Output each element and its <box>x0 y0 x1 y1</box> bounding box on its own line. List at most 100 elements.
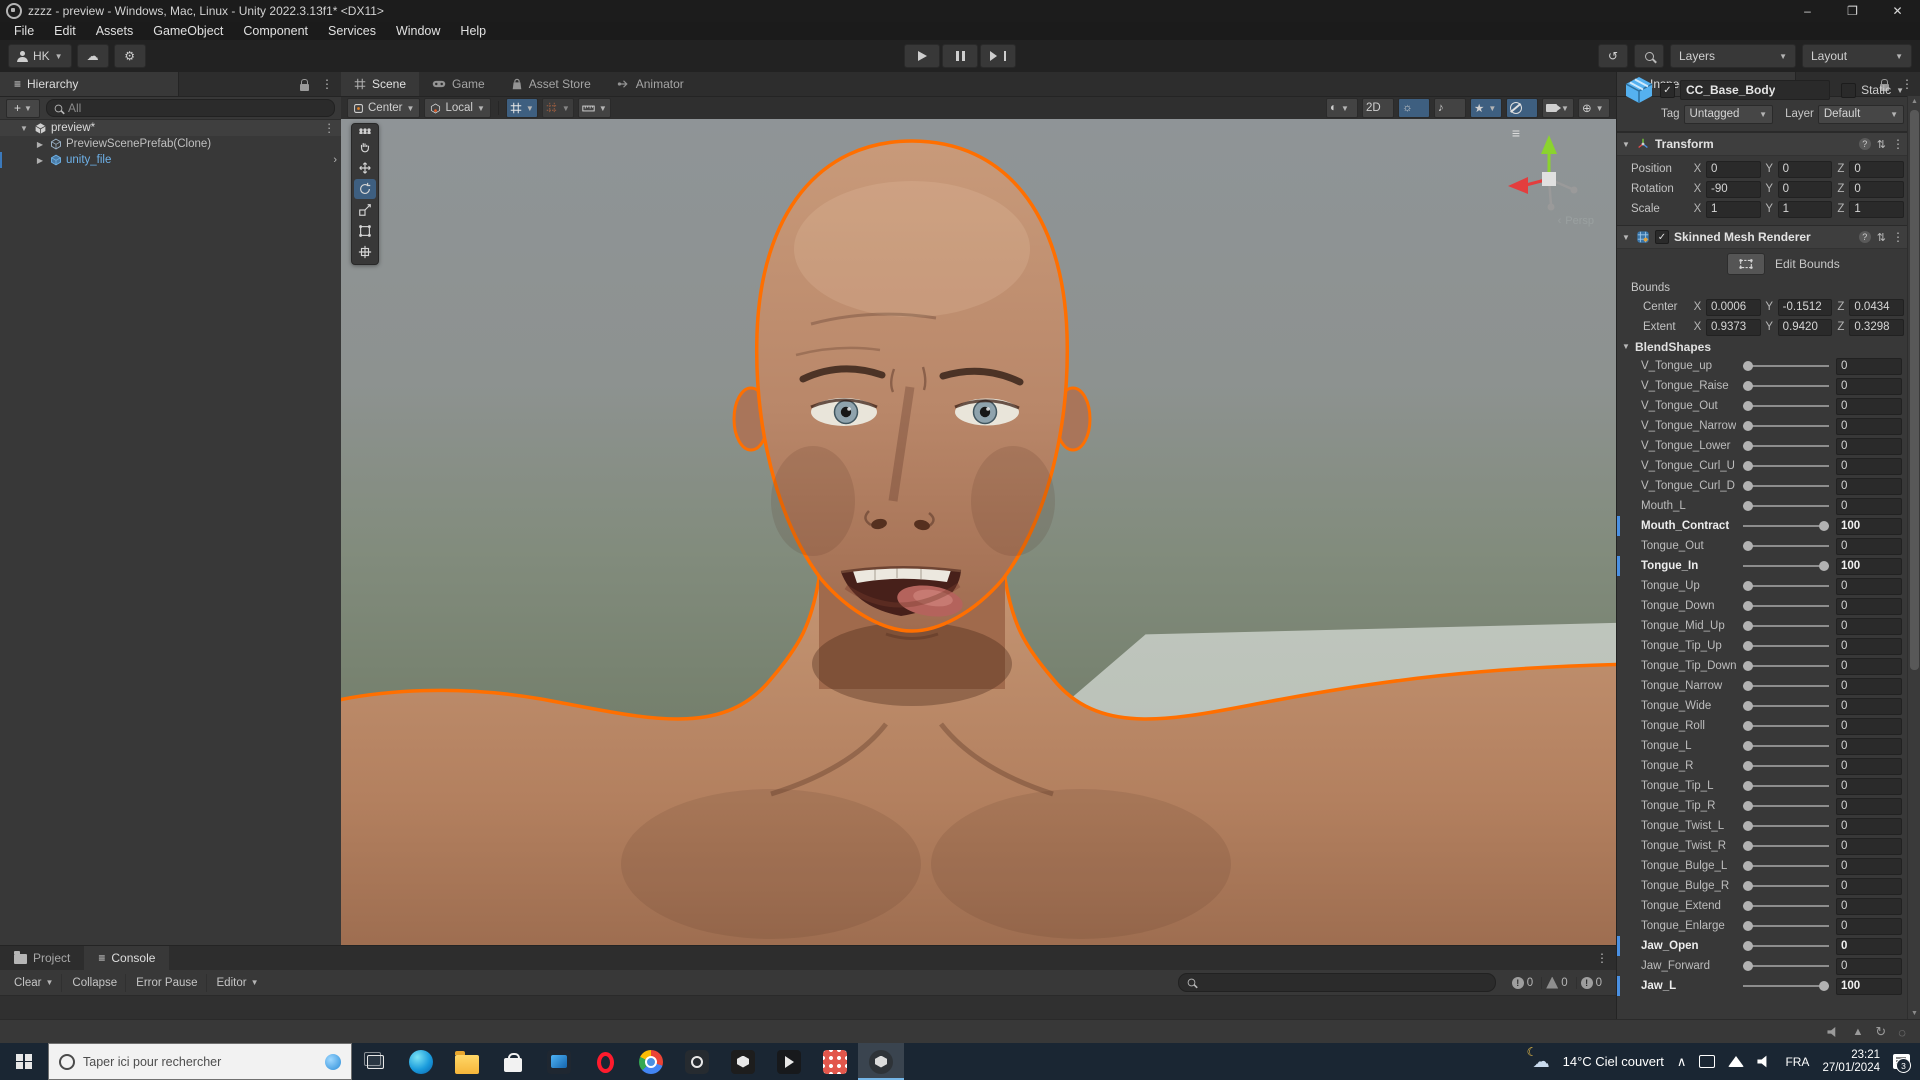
measure-tool-dropdown[interactable]: ▼ <box>577 98 611 118</box>
tablet-mode-icon[interactable] <box>1699 1055 1716 1068</box>
tab-console[interactable]: ≡ Console <box>84 946 170 970</box>
taskbar-app-unity-hub[interactable] <box>720 1043 766 1080</box>
language-indicator[interactable]: FRA <box>1785 1055 1809 1069</box>
foldout-open-icon[interactable]: ▼ <box>1621 233 1631 242</box>
scrollbar-thumb[interactable] <box>1910 110 1919 670</box>
blendshape-slider[interactable] <box>1743 856 1829 876</box>
blendshape-value-field[interactable]: 100 <box>1836 977 1902 995</box>
blendshape-slider[interactable] <box>1743 636 1829 656</box>
tab-animator[interactable]: Animator <box>604 72 697 96</box>
blendshape-value-field[interactable]: 0 <box>1836 957 1902 975</box>
info-counter[interactable]: ! 0 <box>1508 976 1537 989</box>
blendshape-value-field[interactable]: 0 <box>1836 417 1902 435</box>
character-model[interactable] <box>341 119 1616 945</box>
gizmo-center-cube[interactable] <box>1542 172 1556 186</box>
blendshape-value-field[interactable]: 0 <box>1836 877 1902 895</box>
audio-toggle[interactable]: ♪ <box>1434 98 1466 118</box>
help-icon[interactable]: ? <box>1858 231 1871 243</box>
edit-bounds-button[interactable] <box>1727 253 1765 275</box>
menu-item[interactable]: File <box>4 24 44 38</box>
scroll-up-icon[interactable]: ▲ <box>1908 98 1920 105</box>
static-dropdown-icon[interactable]: ▼ <box>1896 86 1904 95</box>
active-checkbox[interactable]: ✓ <box>1660 82 1675 98</box>
kebab-menu-icon[interactable]: ⋮ <box>324 121 342 135</box>
blendshape-value-field[interactable]: 0 <box>1836 737 1902 755</box>
blendshape-slider[interactable] <box>1743 456 1829 476</box>
blendshape-slider[interactable] <box>1743 376 1829 396</box>
blendshape-value-field[interactable]: 0 <box>1836 897 1902 915</box>
tab-scene[interactable]: Scene <box>341 72 420 96</box>
z-value-field[interactable]: 1 <box>1849 200 1905 218</box>
mute-speaker-icon[interactable] <box>1827 1027 1836 1037</box>
collapse-button[interactable]: Collapse <box>64 973 127 992</box>
transform-tool[interactable] <box>354 242 376 262</box>
tag-dropdown[interactable]: Untagged ▼ <box>1683 104 1774 124</box>
taskbar-app-unity-editor[interactable] <box>858 1043 904 1080</box>
blendshape-value-field[interactable]: 100 <box>1836 557 1902 575</box>
presets-icon[interactable]: ⇅ <box>1877 231 1886 244</box>
warning-counter[interactable]: 0 <box>1541 976 1571 989</box>
blendshape-slider[interactable] <box>1743 556 1829 576</box>
x-value-field[interactable]: 1 <box>1706 200 1761 218</box>
y-value-field[interactable]: 0 <box>1777 180 1833 198</box>
menu-item[interactable]: Help <box>450 24 496 38</box>
blendshape-value-field[interactable]: 0 <box>1836 497 1902 515</box>
blendshape-value-field[interactable]: 0 <box>1836 397 1902 415</box>
console-log-area[interactable] <box>0 996 1616 1020</box>
blendshape-slider[interactable] <box>1743 416 1829 436</box>
cloud-button[interactable]: ☁ <box>76 44 109 68</box>
snap-increment-dropdown[interactable]: ▼ <box>541 98 574 118</box>
taskbar-app-films-tv[interactable] <box>536 1043 582 1080</box>
taskbar-search-input[interactable]: Taper ici pour rechercher <box>48 1043 352 1080</box>
blendshape-value-field[interactable]: 0 <box>1836 777 1902 795</box>
error-counter[interactable]: ! 0 <box>1575 976 1606 989</box>
error-pause-button[interactable]: Error Pause <box>128 973 207 992</box>
play-button[interactable] <box>904 44 940 68</box>
inspector-scrollbar[interactable]: ▲ ▼ <box>1907 96 1920 1019</box>
orientation-gizmo[interactable] <box>1494 127 1604 223</box>
layers-dropdown[interactable]: Layers ▼ <box>1670 44 1796 68</box>
services-button[interactable]: ⚙ <box>113 44 146 68</box>
blendshape-value-field[interactable]: 0 <box>1836 797 1902 815</box>
menu-item[interactable]: Component <box>233 24 318 38</box>
blendshape-slider[interactable] <box>1743 836 1829 856</box>
blendshape-value-field[interactable]: 0 <box>1836 637 1902 655</box>
kebab-menu-icon[interactable]: ⋮ <box>1892 230 1904 244</box>
taskbar-app-opera[interactable] <box>582 1043 628 1080</box>
z-value-field[interactable]: 0.0434 <box>1849 298 1905 316</box>
static-checkbox[interactable] <box>1841 82 1857 98</box>
gameobject-name-field[interactable]: CC_Base_Body <box>1680 80 1831 100</box>
blendshape-value-field[interactable]: 0 <box>1836 617 1902 635</box>
menu-item[interactable]: Edit <box>44 24 86 38</box>
foldout-closed-icon[interactable]: ▶ <box>34 140 46 149</box>
z-value-field[interactable]: 0 <box>1849 160 1905 178</box>
blendshape-value-field[interactable]: 0 <box>1836 437 1902 455</box>
blendshapes-foldout[interactable]: ▼ BlendShapes <box>1617 337 1908 356</box>
move-tool[interactable] <box>354 158 376 178</box>
x-value-field[interactable]: -90 <box>1706 180 1761 198</box>
blendshape-slider[interactable] <box>1743 716 1829 736</box>
blendshape-value-field[interactable]: 0 <box>1836 597 1902 615</box>
blendshape-value-field[interactable]: 0 <box>1836 537 1902 555</box>
blendshape-slider[interactable] <box>1743 676 1829 696</box>
kebab-menu-icon[interactable]: ⋮ <box>1588 951 1616 965</box>
lock-icon[interactable] <box>300 78 309 91</box>
tab-asset-store[interactable]: Asset Store <box>498 72 604 96</box>
pause-button[interactable] <box>942 44 978 68</box>
blendshape-slider[interactable] <box>1743 796 1829 816</box>
blendshape-value-field[interactable]: 0 <box>1836 657 1902 675</box>
taskbar-app-microsoft-store[interactable] <box>490 1043 536 1080</box>
scene-visibility-toggle[interactable] <box>1506 98 1538 118</box>
blendshape-slider[interactable] <box>1743 976 1829 996</box>
x-value-field[interactable]: 0 <box>1706 160 1761 178</box>
step-button[interactable] <box>980 44 1016 68</box>
prefab-open-chevron-icon[interactable]: › <box>333 154 341 166</box>
blendshape-slider[interactable] <box>1743 736 1829 756</box>
maximize-button[interactable]: ❐ <box>1830 0 1875 22</box>
weather-widget[interactable]: 14°C Ciel couvert <box>1563 1054 1664 1069</box>
blendshape-value-field[interactable]: 0 <box>1836 717 1902 735</box>
start-button[interactable] <box>0 1043 48 1080</box>
effects-dropdown[interactable]: ★ ▼ <box>1470 98 1502 118</box>
blendshape-value-field[interactable]: 0 <box>1836 817 1902 835</box>
blendshape-value-field[interactable]: 0 <box>1836 857 1902 875</box>
